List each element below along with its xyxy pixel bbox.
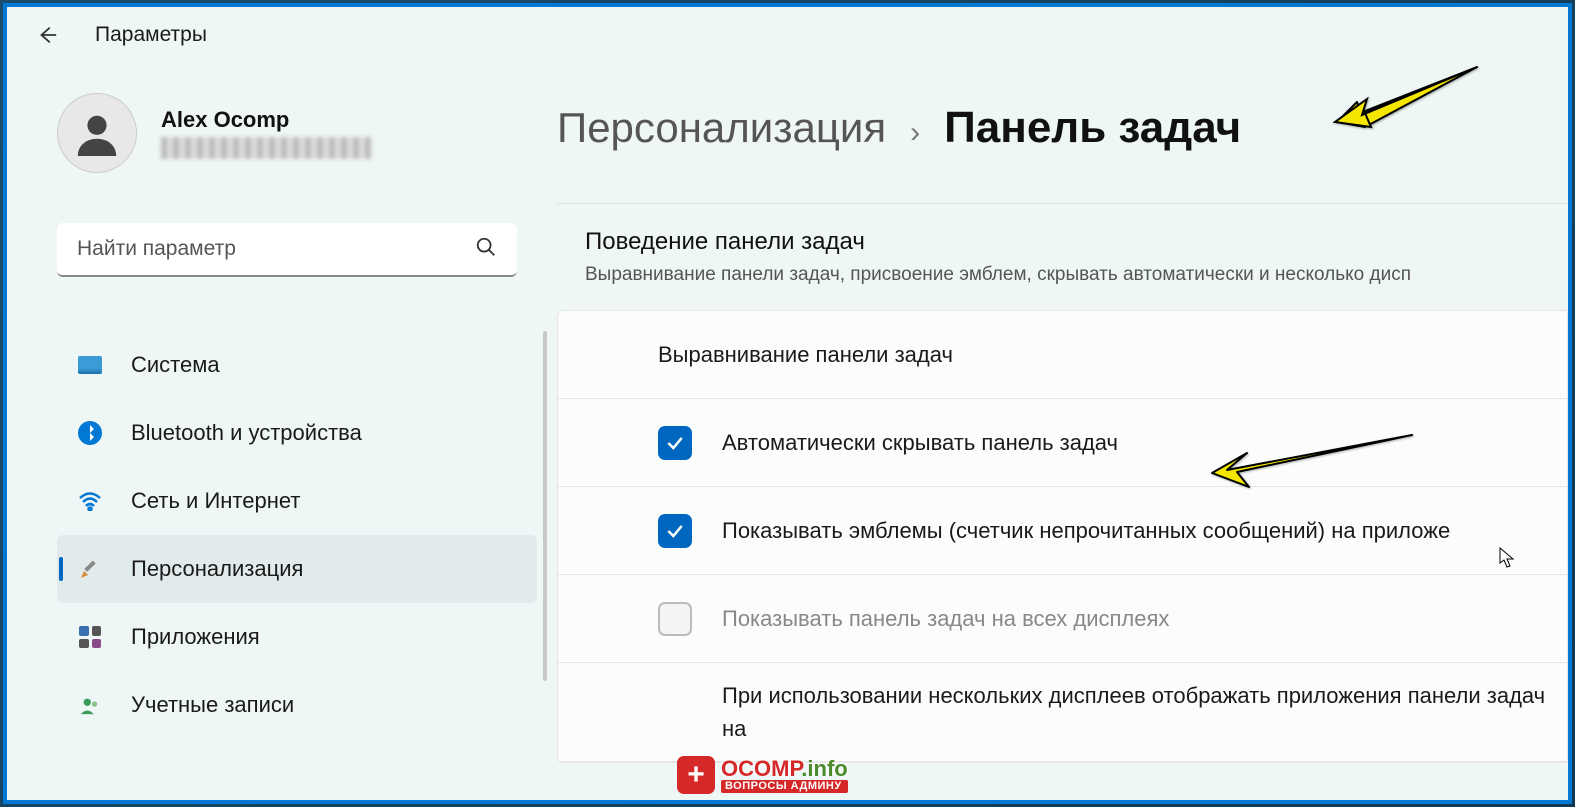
sidebar-item-label: Персонализация xyxy=(131,556,303,582)
breadcrumb-parent[interactable]: Персонализация xyxy=(557,104,886,152)
watermark-sub: ВОПРОСЫ АДМИНУ xyxy=(721,780,848,793)
check-icon xyxy=(665,433,685,453)
section-header[interactable]: Поведение панели задач Выравнивание пане… xyxy=(557,204,1568,304)
chevron-right-icon: › xyxy=(910,116,920,150)
breadcrumb-current: Панель задач xyxy=(944,103,1241,153)
auto-hide-checkbox[interactable] xyxy=(658,426,692,460)
auto-hide-row[interactable]: Автоматически скрывать панель задач xyxy=(558,399,1567,487)
avatar xyxy=(57,93,137,173)
sidebar-item-network[interactable]: Сеть и Интернет xyxy=(57,467,537,535)
watermark-badge: + xyxy=(677,756,715,794)
setting-label: Показывать панель задач на всех дисплеях xyxy=(722,606,1169,632)
alignment-row[interactable]: Выравнивание панели задач xyxy=(558,311,1567,399)
sidebar-item-label: Приложения xyxy=(131,624,260,650)
sidebar-item-label: Учетные записи xyxy=(131,692,294,718)
search-icon xyxy=(475,236,497,263)
setting-label: Автоматически скрывать панель задач xyxy=(722,430,1118,456)
breadcrumb: Персонализация › Панель задач xyxy=(547,103,1568,153)
settings-card: Выравнивание панели задач Автоматически … xyxy=(557,310,1568,763)
sidebar: Alex Ocomp Система xyxy=(7,63,547,800)
apps-icon xyxy=(77,624,103,650)
back-button[interactable] xyxy=(27,15,67,55)
settings-window: Параметры Alex Ocomp xyxy=(7,7,1568,800)
sidebar-item-system[interactable]: Система xyxy=(57,331,537,399)
wifi-icon xyxy=(77,488,103,514)
user-name: Alex Ocomp xyxy=(161,107,371,133)
bluetooth-icon xyxy=(77,420,103,446)
system-icon xyxy=(77,352,103,378)
sidebar-item-label: Bluetooth и устройства xyxy=(131,420,362,446)
setting-label: При использовании нескольких дисплеев от… xyxy=(722,679,1547,745)
sidebar-item-label: Сеть и Интернет xyxy=(131,488,300,514)
main-content: Персонализация › Панель задач Поведение … xyxy=(547,63,1568,800)
sidebar-item-accounts[interactable]: Учетные записи xyxy=(57,671,537,739)
person-icon xyxy=(74,110,120,156)
section-title: Поведение панели задач xyxy=(585,228,1540,256)
user-email-blurred xyxy=(161,137,371,159)
watermark: + OCOMP.info ВОПРОСЫ АДМИНУ xyxy=(677,756,848,794)
watermark-info: .info xyxy=(801,756,847,781)
search-box[interactable] xyxy=(57,223,517,277)
brush-icon xyxy=(77,556,103,582)
sidebar-item-label: Система xyxy=(131,352,220,378)
multi-display-row[interactable]: При использовании нескольких дисплеев от… xyxy=(558,663,1567,762)
check-icon xyxy=(665,521,685,541)
user-block[interactable]: Alex Ocomp xyxy=(57,93,527,173)
show-badges-checkbox[interactable] xyxy=(658,514,692,548)
sidebar-item-personalization[interactable]: Персонализация xyxy=(57,535,537,603)
all-displays-checkbox xyxy=(658,602,692,636)
arrow-left-icon xyxy=(36,24,58,46)
sidebar-item-apps[interactable]: Приложения xyxy=(57,603,537,671)
setting-label: Показывать эмблемы (счетчик непрочитанны… xyxy=(722,518,1450,544)
watermark-main: OCOMP xyxy=(721,756,801,781)
account-icon xyxy=(77,692,103,718)
search-input[interactable] xyxy=(77,237,475,261)
nav-list: Система Bluetooth и устройства Сеть и Ин… xyxy=(57,331,537,739)
titlebar: Параметры xyxy=(7,7,1568,63)
sidebar-item-bluetooth[interactable]: Bluetooth и устройства xyxy=(57,399,537,467)
all-displays-row: Показывать панель задач на всех дисплеях xyxy=(558,575,1567,663)
show-badges-row[interactable]: Показывать эмблемы (счетчик непрочитанны… xyxy=(558,487,1567,575)
app-title: Параметры xyxy=(95,23,207,47)
section-subtitle: Выравнивание панели задач, присвоение эм… xyxy=(585,264,1540,286)
setting-label: Выравнивание панели задач xyxy=(658,342,953,368)
